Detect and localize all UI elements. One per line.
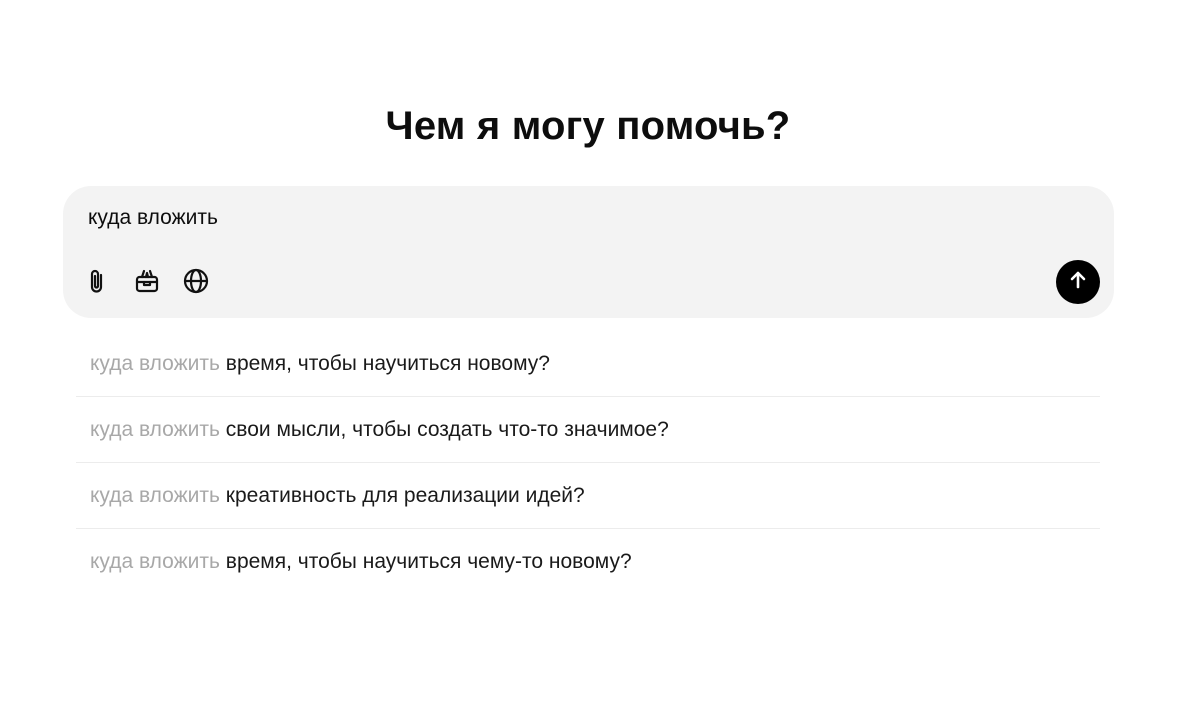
- suggestion-item[interactable]: куда вложить время, чтобы научиться ново…: [76, 331, 1100, 397]
- suggestion-item[interactable]: куда вложить свои мысли, чтобы создать ч…: [76, 397, 1100, 463]
- chat-home: Чем я могу помочь? куда вложить куда вло…: [0, 0, 1200, 706]
- globe-icon: [182, 267, 210, 295]
- suggestion-text: креативность для реализации идей?: [225, 483, 585, 507]
- toolbox-icon: [133, 267, 161, 295]
- suggestion-text: время, чтобы научиться новому?: [225, 351, 550, 375]
- suggestion-item[interactable]: куда вложить время, чтобы научиться чему…: [76, 529, 1100, 595]
- suggestion-list: куда вложить время, чтобы научиться ново…: [76, 331, 1100, 595]
- suggestion-prefix: куда вложить: [90, 351, 220, 375]
- suggestion-text: время, чтобы научиться чему-то новому?: [225, 550, 632, 573]
- page-title: Чем я могу помочь?: [385, 104, 791, 148]
- send-button[interactable]: [1056, 260, 1100, 304]
- suggestion-item[interactable]: куда вложить креативность для реализации…: [76, 463, 1100, 529]
- prompt-input[interactable]: [88, 203, 888, 233]
- attach-button[interactable]: [79, 262, 117, 300]
- arrow-up-icon: [1067, 269, 1089, 296]
- paperclip-icon: [86, 267, 110, 295]
- suggestion-prefix: куда вложить: [90, 550, 220, 573]
- suggestion-prefix: куда вложить: [90, 483, 220, 507]
- suggestion-text: свои мысли, чтобы создать что-то значимо…: [225, 417, 669, 441]
- web-search-button[interactable]: [177, 262, 215, 300]
- suggestion-prefix: куда вложить: [90, 417, 220, 441]
- tools-button[interactable]: [128, 262, 166, 300]
